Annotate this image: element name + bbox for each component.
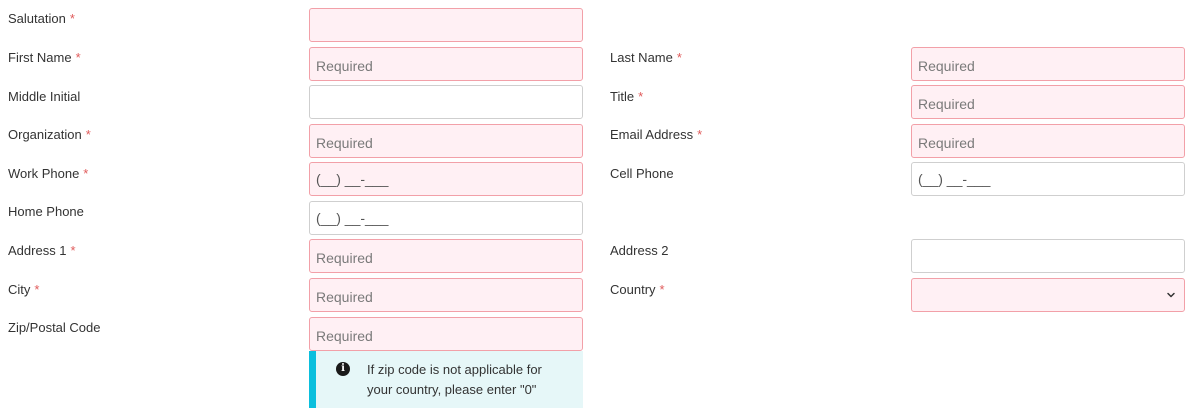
last-name-label: Last Name *: [610, 50, 682, 66]
required-asterisk: *: [85, 127, 91, 142]
required-asterisk: *: [70, 243, 76, 258]
cell-phone-field[interactable]: (__) __-___: [911, 162, 1185, 196]
home-phone-mask: (__) __-___: [316, 210, 389, 226]
address1-field[interactable]: Required: [309, 239, 583, 273]
first-name-label-text: First Name: [8, 50, 72, 65]
work-phone-label-text: Work Phone: [8, 166, 80, 181]
country-label: Country *: [610, 282, 665, 298]
title-field[interactable]: Required: [911, 85, 1185, 119]
last-name-placeholder: Required: [918, 58, 975, 74]
first-name-label: First Name *: [8, 50, 81, 66]
zip-info-text: If zip code is not applicable for your c…: [367, 362, 542, 397]
zip-placeholder: Required: [316, 328, 373, 344]
country-select[interactable]: [911, 278, 1185, 312]
address1-placeholder: Required: [316, 250, 373, 266]
middle-initial-field[interactable]: [309, 85, 583, 119]
home-phone-field[interactable]: (__) __-___: [309, 201, 583, 235]
work-phone-field[interactable]: (__) __-___: [309, 162, 583, 196]
first-name-placeholder: Required: [316, 58, 373, 74]
cell-phone-mask: (__) __-___: [918, 171, 991, 187]
required-asterisk: *: [83, 166, 89, 181]
work-phone-label: Work Phone *: [8, 166, 88, 182]
zip-label-text: Zip/Postal Code: [8, 320, 101, 335]
last-name-field[interactable]: Required: [911, 47, 1185, 81]
salutation-label: Salutation *: [8, 11, 75, 27]
address1-label: Address 1 *: [8, 243, 76, 259]
email-label: Email Address *: [610, 127, 702, 143]
cell-phone-label-text: Cell Phone: [610, 166, 674, 181]
address2-label: Address 2: [610, 243, 669, 259]
title-label-text: Title: [610, 89, 635, 104]
info-icon: i: [336, 362, 350, 376]
salutation-label-text: Salutation: [8, 11, 66, 26]
city-placeholder: Required: [316, 289, 373, 305]
required-asterisk: *: [697, 127, 703, 142]
home-phone-label: Home Phone: [8, 204, 84, 220]
contact-form: Salutation * First Name * Required Last Na…: [0, 0, 1185, 408]
address2-label-text: Address 2: [610, 243, 669, 258]
salutation-field[interactable]: [309, 8, 583, 42]
address2-field[interactable]: [911, 239, 1185, 273]
organization-label-text: Organization: [8, 127, 82, 142]
city-label: City *: [8, 282, 39, 298]
home-phone-label-text: Home Phone: [8, 204, 84, 219]
required-asterisk: *: [676, 50, 682, 65]
first-name-field[interactable]: Required: [309, 47, 583, 81]
title-label: Title *: [610, 89, 643, 105]
required-asterisk: *: [69, 11, 75, 26]
required-asterisk: *: [34, 282, 40, 297]
middle-initial-label: Middle Initial: [8, 89, 80, 105]
email-placeholder: Required: [918, 135, 975, 151]
middle-initial-label-text: Middle Initial: [8, 89, 81, 104]
city-field[interactable]: Required: [309, 278, 583, 312]
chevron-down-icon: [1167, 292, 1175, 298]
zip-field[interactable]: Required: [309, 317, 583, 351]
title-placeholder: Required: [918, 96, 975, 112]
required-asterisk: *: [659, 282, 665, 297]
organization-label: Organization *: [8, 127, 91, 143]
organization-field[interactable]: Required: [309, 124, 583, 158]
required-asterisk: *: [75, 50, 81, 65]
work-phone-mask: (__) __-___: [316, 171, 389, 187]
cell-phone-label: Cell Phone: [610, 166, 674, 182]
zip-info-note: i If zip code is not applicable for your…: [309, 351, 583, 408]
email-label-text: Email Address: [610, 127, 694, 142]
country-label-text: Country: [610, 282, 656, 297]
organization-placeholder: Required: [316, 135, 373, 151]
email-field[interactable]: Required: [911, 124, 1185, 158]
last-name-label-text: Last Name: [610, 50, 673, 65]
required-asterisk: *: [638, 89, 644, 104]
city-label-text: City: [8, 282, 31, 297]
address1-label-text: Address 1: [8, 243, 67, 258]
zip-label: Zip/Postal Code: [8, 320, 101, 336]
